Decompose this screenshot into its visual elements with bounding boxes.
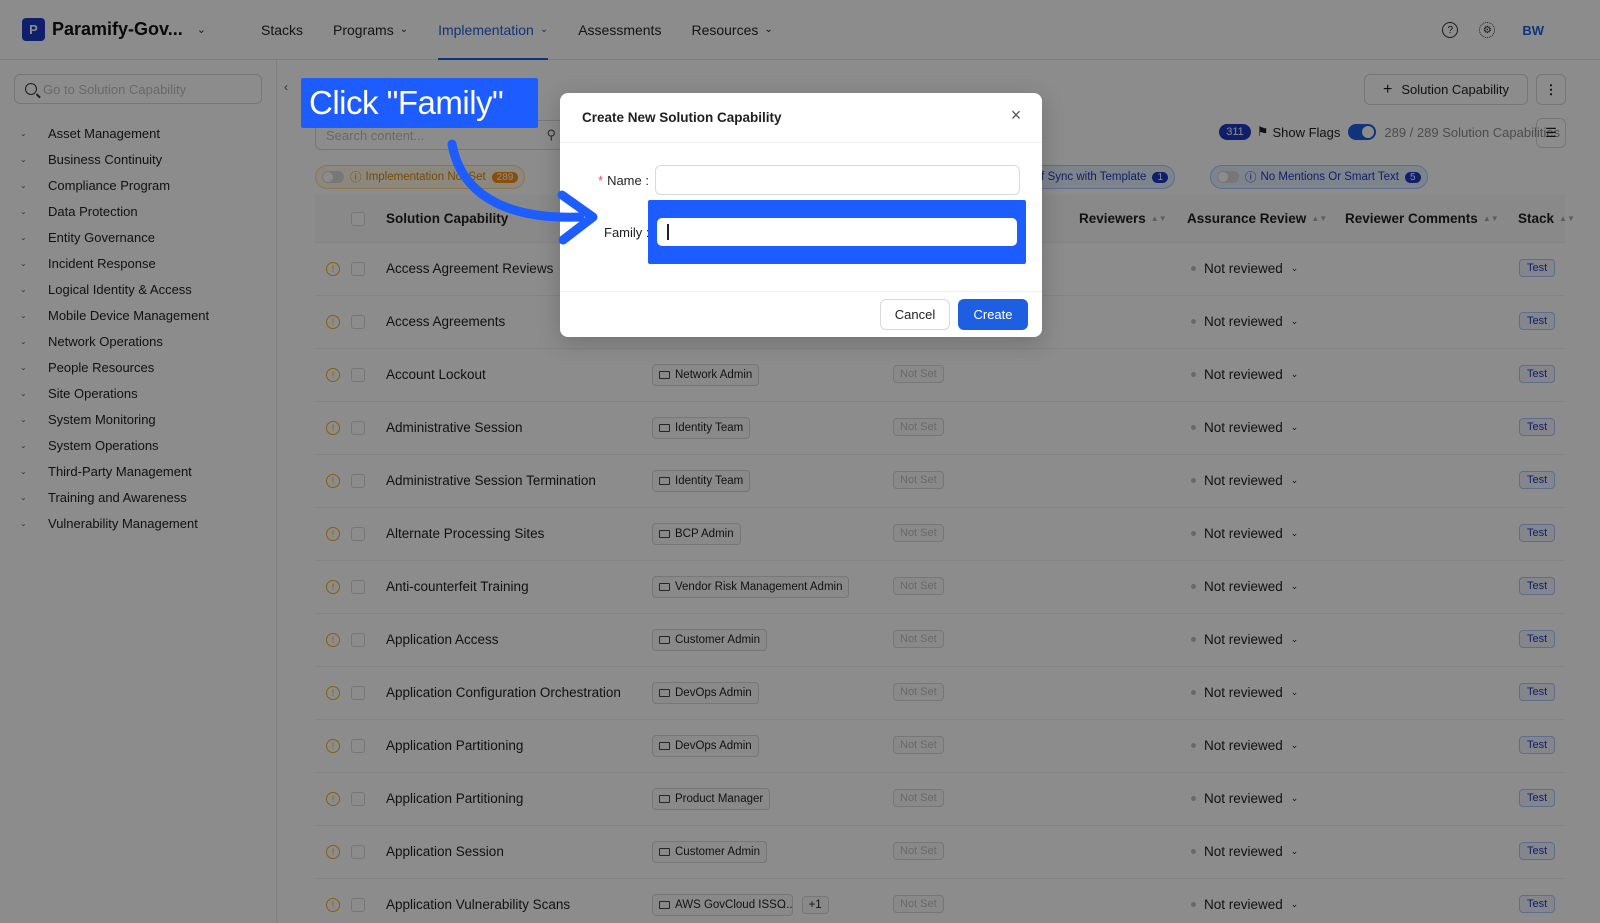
create-solution-capability-dialog: Create New Solution Capability × * Name :…	[560, 93, 1042, 337]
family-label-text: Family	[604, 225, 643, 240]
dialog-divider	[560, 142, 1042, 143]
text-caret	[667, 224, 669, 240]
dialog-title: Create New Solution Capability	[582, 110, 782, 125]
name-field-label: * Name :	[598, 173, 649, 188]
family-input[interactable]	[656, 217, 1018, 247]
close-icon[interactable]: ×	[1006, 105, 1026, 125]
pointer-arrow-icon	[447, 139, 598, 245]
name-label-text: Name	[607, 173, 642, 188]
cancel-button[interactable]: Cancel	[880, 299, 950, 330]
family-field-label: Family :	[604, 225, 650, 240]
instruction-callout: Click "Family"	[301, 78, 538, 128]
create-button[interactable]: Create	[958, 299, 1028, 330]
dialog-footer-divider	[560, 291, 1042, 292]
name-input[interactable]	[655, 165, 1020, 195]
